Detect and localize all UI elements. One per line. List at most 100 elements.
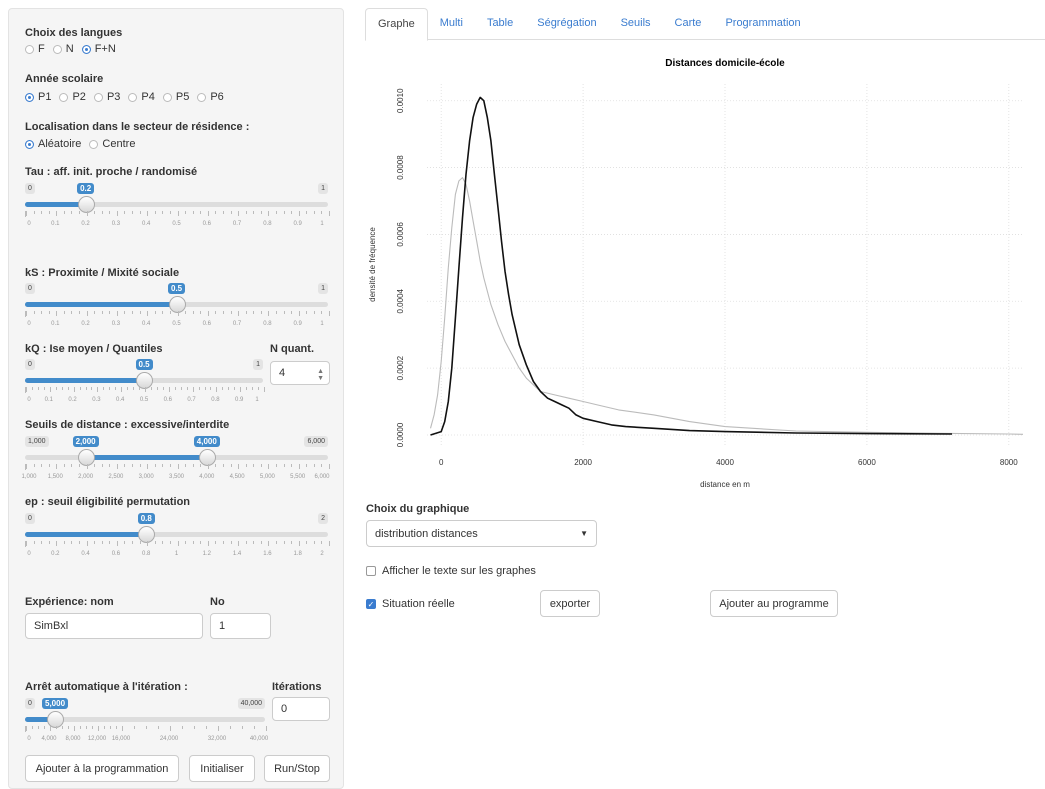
slider-minor-tick: [101, 211, 103, 214]
slider-tick-label: 0.8: [211, 397, 220, 403]
slider-tick: [56, 211, 58, 216]
ajouter-programme-button[interactable]: Ajouter au programme: [710, 590, 838, 617]
iterations-label: Itérations: [272, 681, 322, 693]
radio-dot-icon[interactable]: [25, 92, 34, 102]
tab-seuils[interactable]: Seuils: [609, 8, 663, 39]
experience-name-value: SimBxl: [34, 620, 69, 632]
slider-minor-tick: [182, 726, 183, 729]
arret-slider[interactable]: 0 40,000 5,000 0 4,000 8,000 12,000 16,000 24,00…: [25, 698, 268, 758]
slider-minor-tick: [234, 387, 236, 390]
ajouter-programmation-button[interactable]: Ajouter à la programmation: [25, 755, 179, 782]
annee-radio-3[interactable]: P4: [128, 91, 155, 103]
afficher-texte-checkbox[interactable]: Afficher le texte sur les graphes: [366, 565, 536, 577]
radio-dot-icon[interactable]: [93, 92, 103, 102]
radio-dot-icon[interactable]: [128, 92, 138, 102]
experience-name-input[interactable]: SimBxl: [25, 613, 203, 639]
radio-dot-icon[interactable]: [25, 139, 34, 149]
annee-radio-1[interactable]: P2: [59, 91, 86, 103]
slider-minor-tick: [230, 541, 232, 544]
localisation-radio-0[interactable]: Aléatoire: [25, 138, 81, 150]
annee-radio-2[interactable]: P3: [93, 91, 120, 103]
spinner-icon[interactable]: ▲ ▼: [317, 368, 324, 382]
annee-radio-4[interactable]: P5: [162, 91, 189, 103]
nquant-input[interactable]: 4 ▲ ▼: [270, 361, 330, 385]
slider-minor-tick: [44, 726, 45, 729]
slider-minor-tick: [169, 211, 171, 214]
situation-reelle-checkbox[interactable]: ✓ Situation réelle: [366, 598, 455, 610]
slider-tick-label: 2,500: [108, 474, 124, 480]
radio-dot-icon[interactable]: [52, 44, 62, 54]
slider-tick: [26, 211, 27, 216]
slider-minor-tick: [94, 311, 96, 314]
radio-dot-icon[interactable]: [59, 92, 69, 102]
choix-graphique-select[interactable]: distribution distances ▼: [366, 520, 597, 547]
slider-minor-tick: [134, 726, 135, 729]
slider-minor-tick: [169, 464, 171, 467]
tab-graphe[interactable]: Graphe: [365, 8, 428, 41]
slider-minor-tick: [33, 464, 35, 467]
slider-tick-label: 0.7: [232, 221, 242, 227]
slider-tick: [329, 541, 330, 546]
radio-dot-icon[interactable]: [89, 139, 99, 149]
y-tick-label: 0.0006: [396, 222, 405, 247]
slider-minor-tick: [245, 311, 247, 314]
slider-minor-tick: [38, 726, 39, 729]
iterations-input[interactable]: 0: [272, 697, 330, 721]
slider-tick-label: 2: [320, 551, 324, 557]
slider-minor-tick: [291, 541, 293, 544]
langues-radio-0[interactable]: F: [25, 43, 45, 55]
slider-tick-label: 0.4: [142, 221, 151, 227]
radio-dot-icon[interactable]: [81, 44, 91, 54]
slider-tick: [329, 464, 330, 469]
slider-minor-tick: [291, 211, 293, 214]
slider-tick: [298, 311, 300, 316]
initialiser-button[interactable]: Initialiser: [189, 755, 255, 782]
slider-minor-tick: [48, 464, 50, 467]
exporter-button[interactable]: exporter: [540, 590, 600, 617]
choix-graphique-label: Choix du graphique: [366, 503, 470, 515]
density-series-line: [429, 177, 1024, 435]
localisation-radio-1[interactable]: Centre: [89, 138, 135, 150]
slider-minor-tick: [109, 387, 111, 390]
checkbox-icon[interactable]: ✓: [366, 599, 376, 609]
kq-slider[interactable]: 0 1 0.5 0 0.1 0.2 0.3 0.4 0.5 0.6 0.7 0.8 0.9 1: [25, 359, 265, 419]
radio-dot-icon[interactable]: [162, 92, 172, 102]
tau-slider[interactable]: 0 1 0.2 0 0.1 0.2 0.3 0.4 0.5 0.6 0.7 0.8 0.9 1: [25, 183, 330, 243]
ep-slider[interactable]: 0 2 0.8 0 0.2 0.4 0.6 0.8 1 1.2 1.4 1.6 1.8 2: [25, 513, 330, 573]
tab-multi[interactable]: Multi: [428, 8, 475, 39]
slider-tick-label: 8,000: [65, 736, 81, 742]
slider-minor-tick: [180, 387, 182, 390]
slider-minor-tick: [162, 464, 164, 467]
annee-radio-0[interactable]: P1: [25, 91, 51, 103]
slider-tick-label: 32,000: [207, 736, 227, 742]
radio-dot-icon[interactable]: [197, 92, 207, 102]
slider-fill: [85, 455, 207, 460]
radio-dot-icon[interactable]: [25, 44, 34, 54]
slider-tick-label: 0.4: [142, 321, 151, 327]
seuils-range-slider[interactable]: 1,000 6,000 2,000 4,000 1,000 1,500 2,000 2,500…: [21, 436, 330, 496]
slider-fill: [25, 532, 147, 537]
slider-tick: [116, 311, 118, 316]
x-tick-label: 8000: [1000, 458, 1018, 467]
radio-label: P1: [38, 91, 52, 103]
langues-radio-2[interactable]: F+N: [81, 43, 116, 55]
tab-ségrégation[interactable]: Ségrégation: [525, 8, 608, 39]
checkbox-icon[interactable]: [366, 566, 376, 576]
no-input[interactable]: 1: [210, 613, 271, 639]
x-tick-label: 0: [439, 458, 444, 467]
run-stop-button[interactable]: Run/Stop: [264, 755, 330, 782]
slider-minor-tick: [116, 726, 117, 729]
slider-minor-tick: [124, 541, 126, 544]
tab-table[interactable]: Table: [475, 8, 525, 39]
tab-programmation[interactable]: Programmation: [713, 8, 812, 39]
slider-minor-tick: [194, 726, 195, 729]
langues-radio-1[interactable]: N: [52, 43, 74, 55]
annee-radio-5[interactable]: P6: [197, 91, 224, 103]
slider-minor-tick: [71, 211, 73, 214]
ks-slider[interactable]: 0 1 0.5 0 0.1 0.2 0.3 0.4 0.5 0.6 0.7 0.8 0.9 1: [25, 283, 330, 343]
radio-label: P2: [72, 91, 86, 103]
slider-tick: [116, 211, 118, 216]
tab-carte[interactable]: Carte: [663, 8, 714, 39]
slider-tick-label: 0: [27, 397, 31, 403]
radio-label: Aléatoire: [38, 138, 82, 150]
